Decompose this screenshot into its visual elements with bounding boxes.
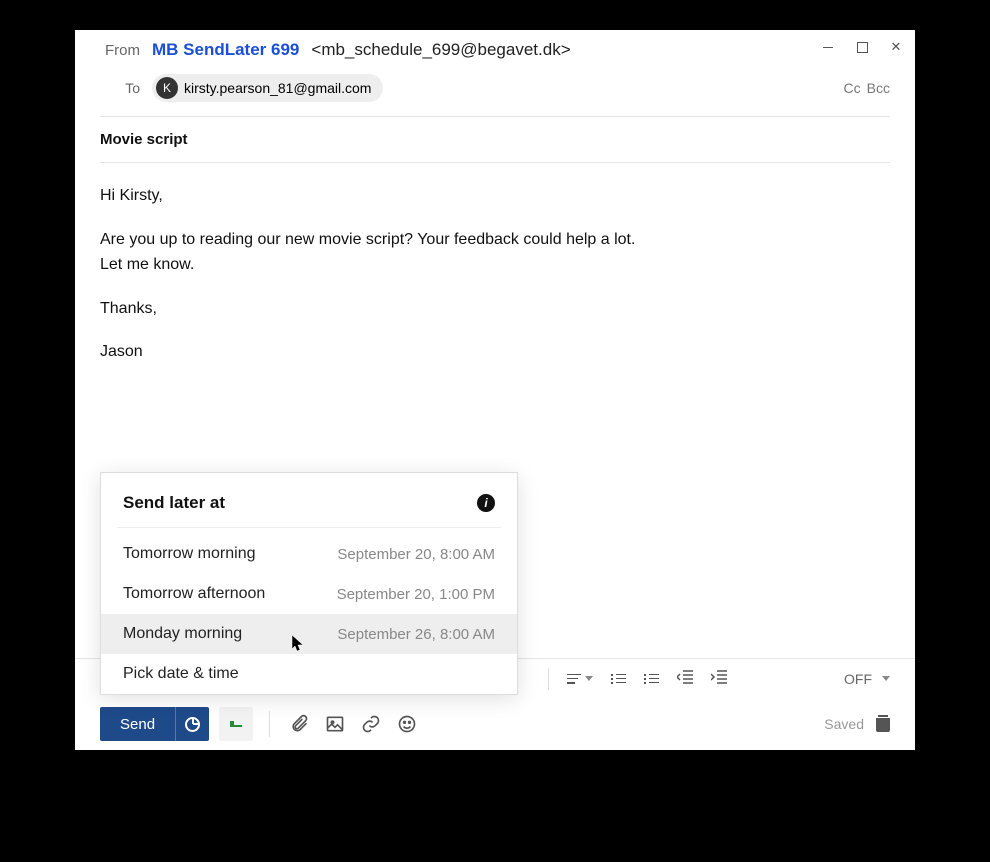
saved-status: Saved: [824, 716, 864, 732]
indent-icon: [711, 670, 727, 684]
send-later-popup: Send later at i Tomorrow morning Septemb…: [100, 472, 518, 695]
outdent-icon: [677, 670, 693, 684]
option-time: September 20, 1:00 PM: [337, 586, 495, 603]
close-icon[interactable]: [889, 40, 903, 54]
chevron-down-icon: [585, 676, 593, 681]
from-name[interactable]: MB SendLater 699: [152, 40, 299, 60]
option-time: September 20, 8:00 AM: [337, 546, 495, 563]
option-label: Tomorrow afternoon: [123, 585, 265, 603]
body-thanks: Thanks,: [100, 296, 890, 322]
align-left-icon: [567, 674, 581, 684]
discard-button[interactable]: [876, 716, 890, 732]
info-icon[interactable]: i: [477, 494, 495, 512]
send-button[interactable]: Send: [100, 707, 209, 741]
double-check-icon: [230, 721, 242, 727]
compose-window: From MB SendLater 699 <mb_schedule_699@b…: [75, 30, 915, 750]
body-greeting: Hi Kirsty,: [100, 183, 890, 209]
bcc-button[interactable]: Bcc: [867, 80, 890, 96]
window-controls: [821, 40, 903, 54]
link-icon: [361, 714, 381, 734]
attach-button[interactable]: [286, 711, 312, 737]
outdent-button[interactable]: [677, 670, 693, 687]
option-label: Monday morning: [123, 625, 242, 643]
from-label: From: [100, 42, 140, 59]
schedule-option-monday-morning[interactable]: Monday morning September 26, 8:00 AM: [101, 614, 517, 654]
option-time: September 26, 8:00 AM: [337, 626, 495, 643]
recipient-chip[interactable]: K kirsty.pearson_81@gmail.com: [152, 74, 383, 102]
bullet-list-button[interactable]: [644, 674, 659, 684]
numbered-list-button[interactable]: [611, 674, 626, 684]
tracking-toggle-label[interactable]: OFF: [844, 671, 872, 687]
clock-icon: [185, 717, 200, 732]
body-paragraph: Are you up to reading our new movie scri…: [100, 227, 890, 278]
indent-button[interactable]: [711, 670, 727, 687]
from-row: From MB SendLater 699 <mb_schedule_699@b…: [100, 40, 890, 60]
schedule-option-pick-date[interactable]: Pick date & time: [101, 654, 517, 694]
maximize-icon[interactable]: [855, 40, 869, 54]
insert-link-button[interactable]: [358, 711, 384, 737]
image-icon: [325, 714, 345, 734]
subject-field[interactable]: Movie script: [75, 117, 915, 162]
track-button[interactable]: [219, 707, 253, 741]
chevron-down-icon[interactable]: [882, 676, 890, 681]
send-later-dropdown[interactable]: [175, 707, 209, 741]
schedule-option-tomorrow-afternoon[interactable]: Tomorrow afternoon September 20, 1:00 PM: [101, 574, 517, 614]
minimize-icon[interactable]: [821, 40, 835, 54]
cc-button[interactable]: Cc: [844, 80, 861, 96]
align-button[interactable]: [567, 674, 593, 684]
bullet-list-icon: [644, 674, 659, 684]
option-label: Pick date & time: [123, 665, 239, 683]
smile-icon: [397, 714, 417, 734]
insert-image-button[interactable]: [322, 711, 348, 737]
numbered-list-icon: [611, 674, 626, 684]
cursor-icon: [291, 634, 305, 654]
to-row: To K kirsty.pearson_81@gmail.com Cc Bcc: [100, 74, 890, 102]
avatar: K: [156, 77, 178, 99]
action-bar: Send Saved: [75, 698, 915, 750]
popup-title: Send later at: [123, 493, 225, 513]
paperclip-icon: [289, 714, 309, 734]
recipient-email: kirsty.pearson_81@gmail.com: [184, 80, 371, 96]
schedule-option-tomorrow-morning[interactable]: Tomorrow morning September 20, 8:00 AM: [101, 534, 517, 574]
from-address: <mb_schedule_699@begavet.dk>: [311, 40, 570, 60]
emoji-button[interactable]: [394, 711, 420, 737]
body-signature: Jason: [100, 339, 890, 365]
send-label: Send: [100, 716, 175, 733]
to-label: To: [100, 80, 140, 96]
option-label: Tomorrow morning: [123, 545, 255, 563]
